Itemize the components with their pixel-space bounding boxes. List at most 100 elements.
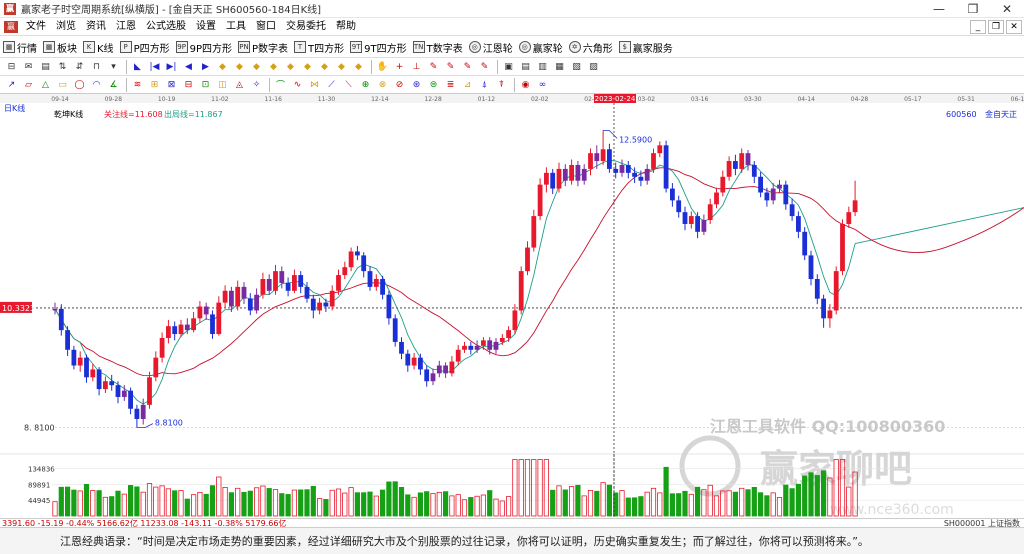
menu-trade[interactable]: 交易委托 (281, 18, 331, 36)
close-button[interactable]: ✕ (990, 0, 1024, 18)
draw-tool-4-icon[interactable]: ◯ (72, 78, 87, 92)
nav-tool-2-4-icon[interactable]: ✎ (443, 60, 458, 74)
menu-formula[interactable]: 公式选股 (141, 18, 191, 36)
volume-bar (172, 490, 178, 517)
nav-tool-1-6-icon[interactable]: ◆ (232, 60, 247, 74)
nav-tool-0-1-icon[interactable]: ✉ (21, 60, 36, 74)
draw-tool-2-icon[interactable]: △ (38, 78, 53, 92)
draw-tool-10-icon[interactable]: ⊟ (181, 78, 196, 92)
draw-tool-20-icon[interactable]: ⊕ (358, 78, 373, 92)
nav-tool-1-4-icon[interactable]: ▶ (198, 60, 213, 74)
toolbar-button-blocks[interactable]: ▦ 板块 (40, 40, 80, 55)
app-menu-icon[interactable]: 赢 (4, 20, 18, 33)
nav-tool-3-4-icon[interactable]: ▧ (569, 60, 584, 74)
nav-tool-2-1-icon[interactable]: + (392, 60, 407, 74)
draw-tool-6-icon[interactable]: ∡ (106, 78, 121, 92)
nav-tool-1-13-icon[interactable]: ◆ (351, 60, 366, 74)
menu-help[interactable]: 帮助 (331, 18, 361, 36)
nav-tool-2-5-icon[interactable]: ✎ (460, 60, 475, 74)
toolbar-button-t-table[interactable]: TN T数字表 (410, 40, 466, 55)
nav-tool-1-9-icon[interactable]: ◆ (283, 60, 298, 74)
draw-tool-8-icon[interactable]: ⊞ (147, 78, 162, 92)
nav-tool-0-0-icon[interactable]: ⊟ (4, 60, 19, 74)
nav-tool-1-7-icon[interactable]: ◆ (249, 60, 264, 74)
menu-tools[interactable]: 工具 (221, 18, 251, 36)
toolbar-button-9t-square[interactable]: 9T 9T四方形 (347, 40, 409, 55)
draw-tool-25-icon[interactable]: ≣ (443, 78, 458, 92)
nav-tool-1-11-icon[interactable]: ◆ (317, 60, 332, 74)
menu-info[interactable]: 资讯 (81, 18, 111, 36)
draw-tool-9-icon[interactable]: ⊠ (164, 78, 179, 92)
nav-tool-2-3-icon[interactable]: ✎ (426, 60, 441, 74)
draw-tool-23-icon[interactable]: ⊛ (409, 78, 424, 92)
toolbar-button-9p-square[interactable]: 9P 9P四方形 (173, 40, 235, 55)
draw-tool-19-icon[interactable]: ⟍ (341, 78, 356, 92)
draw-tool-3-icon[interactable]: ▭ (55, 78, 70, 92)
toolbar-button-gann-wheel[interactable]: ◎ 江恩轮 (466, 40, 516, 55)
nav-tool-0-2-icon[interactable]: ▤ (38, 60, 53, 74)
kline-chart-svg[interactable]: 09-14 09-28 10-19 11-02 11-16 11-30 12-14 12-28… (0, 94, 1024, 518)
draw-tool-21-icon[interactable]: ⊗ (375, 78, 390, 92)
toolbar-button-hexagon[interactable]: ✡ 六角形 (566, 40, 616, 55)
nav-tool-1-2-icon[interactable]: ▶| (164, 60, 179, 74)
nav-tool-1-8-icon[interactable]: ◆ (266, 60, 281, 74)
toolbar-button-winner-wheel[interactable]: ◎ 赢家轮 (516, 40, 566, 55)
mdi-restore-button[interactable]: ❐ (988, 20, 1004, 34)
draw-tool-22-icon[interactable]: ⊘ (392, 78, 407, 92)
toolbar-button-t-square[interactable]: T T四方形 (291, 40, 347, 55)
index-name[interactable]: SH000001 上证指数 (944, 519, 1020, 527)
nav-tool-2-2-icon[interactable]: ⊥ (409, 60, 424, 74)
draw-tool-29-icon[interactable]: ◉ (518, 78, 533, 92)
draw-tool-26-icon[interactable]: ⊿ (460, 78, 475, 92)
nav-tool-3-5-icon[interactable]: ▨ (586, 60, 601, 74)
menu-file[interactable]: 文件 (21, 18, 51, 36)
nav-tool-1-1-icon[interactable]: |◀ (147, 60, 162, 74)
draw-tool-15-icon[interactable]: ⌒ (273, 78, 288, 92)
nav-tool-0-4-icon[interactable]: ⇵ (72, 60, 87, 74)
draw-tool-0-icon[interactable]: ↗ (4, 78, 19, 92)
draw-tool-12-icon[interactable]: ◫ (215, 78, 230, 92)
kline-chart[interactable]: 09-14 09-28 10-19 11-02 11-16 11-30 12-14 12-28… (0, 94, 1024, 518)
draw-tool-30-icon[interactable]: ∞ (535, 78, 550, 92)
toolbar-button-kline[interactable]: K K线 (80, 40, 117, 55)
menu-window[interactable]: 窗口 (251, 18, 281, 36)
draw-tool-14-icon[interactable]: ✧ (249, 78, 264, 92)
nav-tool-1-12-icon[interactable]: ◆ (334, 60, 349, 74)
draw-tool-13-icon[interactable]: ◬ (232, 78, 247, 92)
menu-browse[interactable]: 浏览 (51, 18, 81, 36)
nav-tool-0-3-icon[interactable]: ⇅ (55, 60, 70, 74)
menu-gann[interactable]: 江恩 (111, 18, 141, 36)
nav-tool-1-5-icon[interactable]: ◆ (215, 60, 230, 74)
draw-tool-1-icon[interactable]: ▱ (21, 78, 36, 92)
nav-tool-2-0-icon[interactable]: ✋ (375, 60, 390, 74)
draw-tool-24-icon[interactable]: ⊜ (426, 78, 441, 92)
nav-tool-2-6-icon[interactable]: ✎ (477, 60, 492, 74)
minimize-button[interactable]: — (922, 0, 956, 18)
toolbar-button-p-square[interactable]: P P四方形 (117, 40, 173, 55)
mdi-close-button[interactable]: ✕ (1006, 20, 1022, 34)
draw-tool-5-icon[interactable]: ◠ (89, 78, 104, 92)
nav-tool-3-0-icon[interactable]: ▣ (501, 60, 516, 74)
nav-tool-3-2-icon[interactable]: ▥ (535, 60, 550, 74)
nav-tool-0-5-icon[interactable]: ⊓ (89, 60, 104, 74)
draw-tool-18-icon[interactable]: ⟋ (324, 78, 339, 92)
draw-tool-7-icon[interactable]: ≋ (130, 78, 145, 92)
nav-tool-0-6-icon[interactable]: ▾ (106, 60, 121, 74)
nav-tool-3-1-icon[interactable]: ▤ (518, 60, 533, 74)
mdi-minimize-button[interactable]: _ (970, 20, 986, 34)
restore-button[interactable]: ❐ (956, 0, 990, 18)
draw-tool-11-icon[interactable]: ⊡ (198, 78, 213, 92)
nav-tool-1-0-icon[interactable]: ◣ (130, 60, 145, 74)
draw-tool-17-icon[interactable]: ⋈ (307, 78, 322, 92)
draw-tool-16-icon[interactable]: ∿ (290, 78, 305, 92)
draw-tool-28-icon[interactable]: ⍒ (494, 78, 509, 92)
nav-tool-1-3-icon[interactable]: ◀ (181, 60, 196, 74)
menu-settings[interactable]: 设置 (191, 18, 221, 36)
nav-tool-1-10-icon[interactable]: ◆ (300, 60, 315, 74)
toolbar-button-p-table[interactable]: PN P数字表 (235, 40, 291, 55)
toolbar-button-label: T四方形 (308, 43, 345, 55)
toolbar-button-grid[interactable]: ▦ 行情 (0, 40, 40, 55)
draw-tool-27-icon[interactable]: ⍋ (477, 78, 492, 92)
toolbar-button-service[interactable]: $ 赢家服务 (616, 40, 676, 55)
nav-tool-3-3-icon[interactable]: ▦ (552, 60, 567, 74)
